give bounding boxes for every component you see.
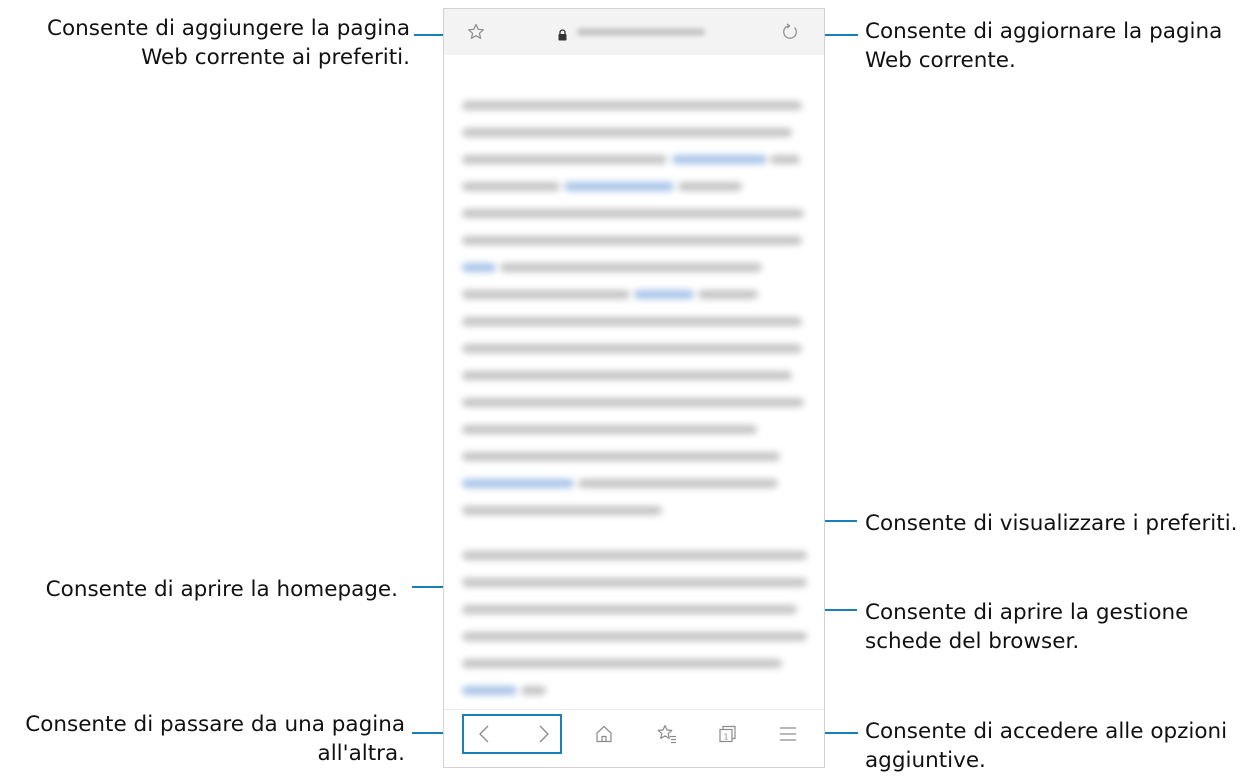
text-line: [462, 317, 802, 326]
text-line: [770, 155, 800, 164]
text-line: [462, 290, 630, 299]
text-line: [462, 659, 782, 668]
text-line: [462, 578, 807, 587]
tab-count: 1: [723, 733, 728, 742]
bottom-toolbar: 1: [444, 709, 824, 767]
callout-line: Web corrente.: [865, 48, 1016, 73]
text-line: [462, 398, 804, 407]
callout-line: schede del browser.: [865, 629, 1080, 654]
text-line-link: [462, 686, 517, 695]
text-line-link: [462, 479, 574, 488]
callout-add-bookmark: Consente di aggiungere la pagina Web cor…: [47, 14, 410, 72]
callout-line: all'altra.: [317, 741, 405, 766]
text-line: [462, 506, 662, 515]
text-line: [462, 371, 792, 380]
callout-line: Consente di visualizzare i preferiti.: [865, 511, 1238, 536]
chevron-left-icon[interactable]: [474, 723, 496, 745]
refresh-icon[interactable]: [780, 22, 800, 42]
text-line: [462, 344, 802, 353]
callout-line: Consente di aggiungere la pagina: [46, 16, 410, 41]
callout-view-bookmarks: Consente di visualizzare i preferiti.: [865, 509, 1238, 538]
home-icon[interactable]: [593, 723, 615, 745]
text-line: [462, 632, 807, 641]
callout-line: Web corrente ai preferiti.: [141, 45, 410, 70]
star-outline-icon[interactable]: [466, 22, 486, 42]
callout-line: Consente di aprire la gestione: [865, 600, 1189, 625]
text-line-link: [564, 182, 674, 191]
text-line-link: [462, 263, 496, 272]
callout-options: Consente di accedere alle opzioni aggiun…: [865, 717, 1227, 775]
text-line: [462, 101, 802, 110]
url-bar[interactable]: [444, 9, 824, 55]
callout-line: Consente di accedere alle opzioni: [865, 719, 1228, 744]
text-line: [462, 551, 807, 560]
text-line: [521, 686, 546, 695]
text-line-link: [634, 290, 694, 299]
text-line: [462, 182, 560, 191]
text-line: [500, 263, 762, 272]
browser-screen: 1: [443, 8, 825, 768]
text-line: [462, 236, 802, 245]
text-line: [462, 209, 804, 218]
callout-home: Consente di aprire la homepage.: [46, 575, 398, 604]
callout-line: aggiuntive.: [865, 748, 986, 773]
text-line: [698, 290, 758, 299]
tabs-icon[interactable]: 1: [716, 723, 738, 745]
callout-tabs: Consente di aprire la gestione schede de…: [865, 598, 1188, 656]
text-line: [462, 155, 667, 164]
chevron-right-icon[interactable]: [532, 723, 554, 745]
text-line-link: [672, 155, 767, 164]
text-line: [462, 605, 797, 614]
text-line: [462, 128, 792, 137]
menu-icon[interactable]: [777, 723, 799, 745]
url-text-blurred[interactable]: [577, 28, 705, 36]
text-line: [462, 452, 780, 461]
callout-line: Consente di aggiornare la pagina: [865, 19, 1223, 44]
callout-line: Consente di aprire la homepage.: [45, 577, 398, 602]
text-line: [678, 182, 742, 191]
bookmarks-icon[interactable]: [656, 723, 678, 745]
text-line: [578, 479, 778, 488]
callout-line: Consente di passare da una pagina: [25, 712, 405, 737]
callout-refresh: Consente di aggiornare la pagina Web cor…: [865, 17, 1222, 75]
callout-navigate: Consente di passare da una pagina all'al…: [25, 710, 405, 768]
page-content-blurred: [444, 89, 824, 729]
text-line: [462, 425, 757, 434]
lock-icon: [557, 26, 568, 41]
